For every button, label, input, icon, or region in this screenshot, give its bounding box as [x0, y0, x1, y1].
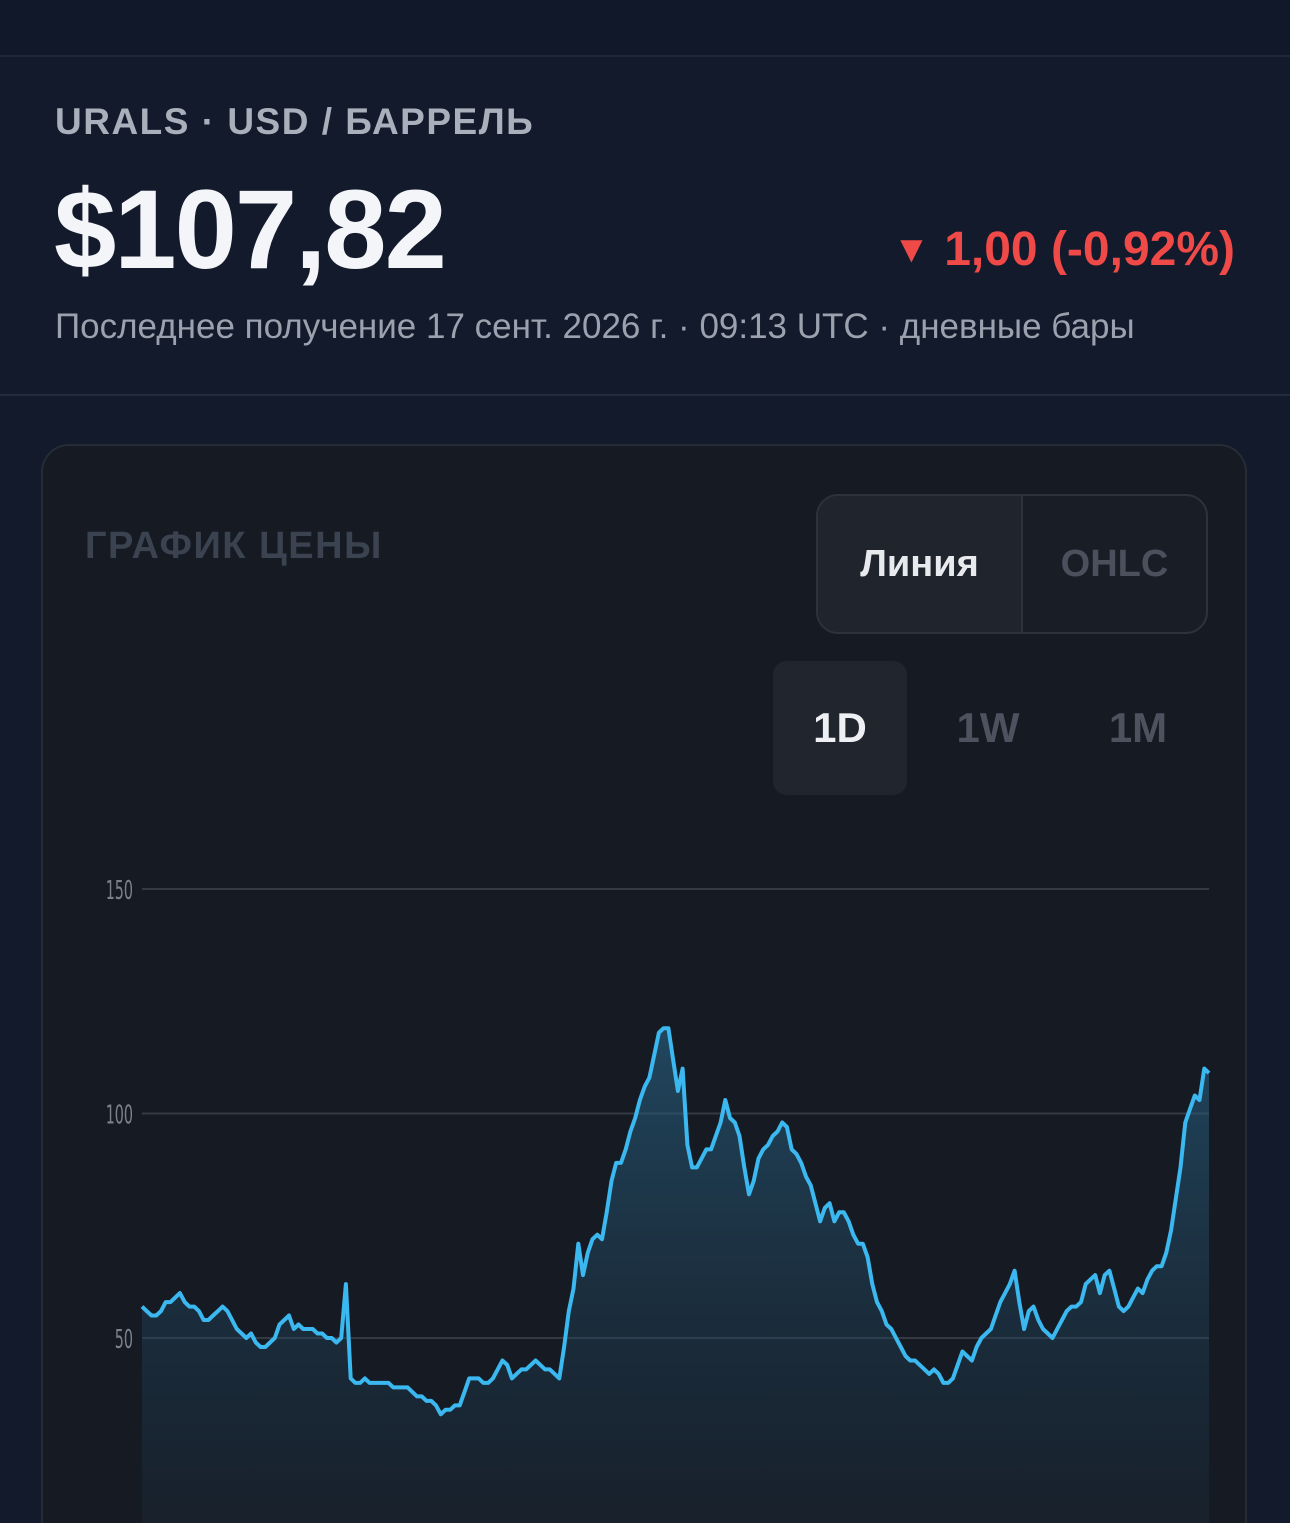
price-area-fill: [142, 1028, 1209, 1523]
price-change-value: 1,00 (-0,92%): [944, 223, 1235, 276]
quote-screen: URALS · USD / БАРРЕЛЬ $107,82 ▼ 1,00 (-0,…: [0, 0, 1290, 1523]
y-tick-label: 150: [106, 875, 133, 905]
price-chart-card: ГРАФИК ЦЕНЫ Линия OHLC 1D 1W 1M 150 100 50: [41, 444, 1247, 1523]
y-tick-label: 50: [115, 1324, 133, 1354]
instrument-label: URALS · USD / БАРРЕЛЬ: [55, 101, 535, 142]
last-update-info: Последнее получение 17 сент. 2026 г. · 0…: [55, 307, 1135, 346]
price-line-chart: 150 100 50: [106, 875, 1211, 1523]
top-bar: [0, 0, 1290, 57]
current-price: $107,82: [54, 167, 447, 292]
down-arrow-icon: ▼: [892, 229, 931, 271]
price-change: ▼ 1,00 (-0,92%): [893, 222, 1235, 281]
y-tick-label: 100: [106, 1100, 133, 1130]
